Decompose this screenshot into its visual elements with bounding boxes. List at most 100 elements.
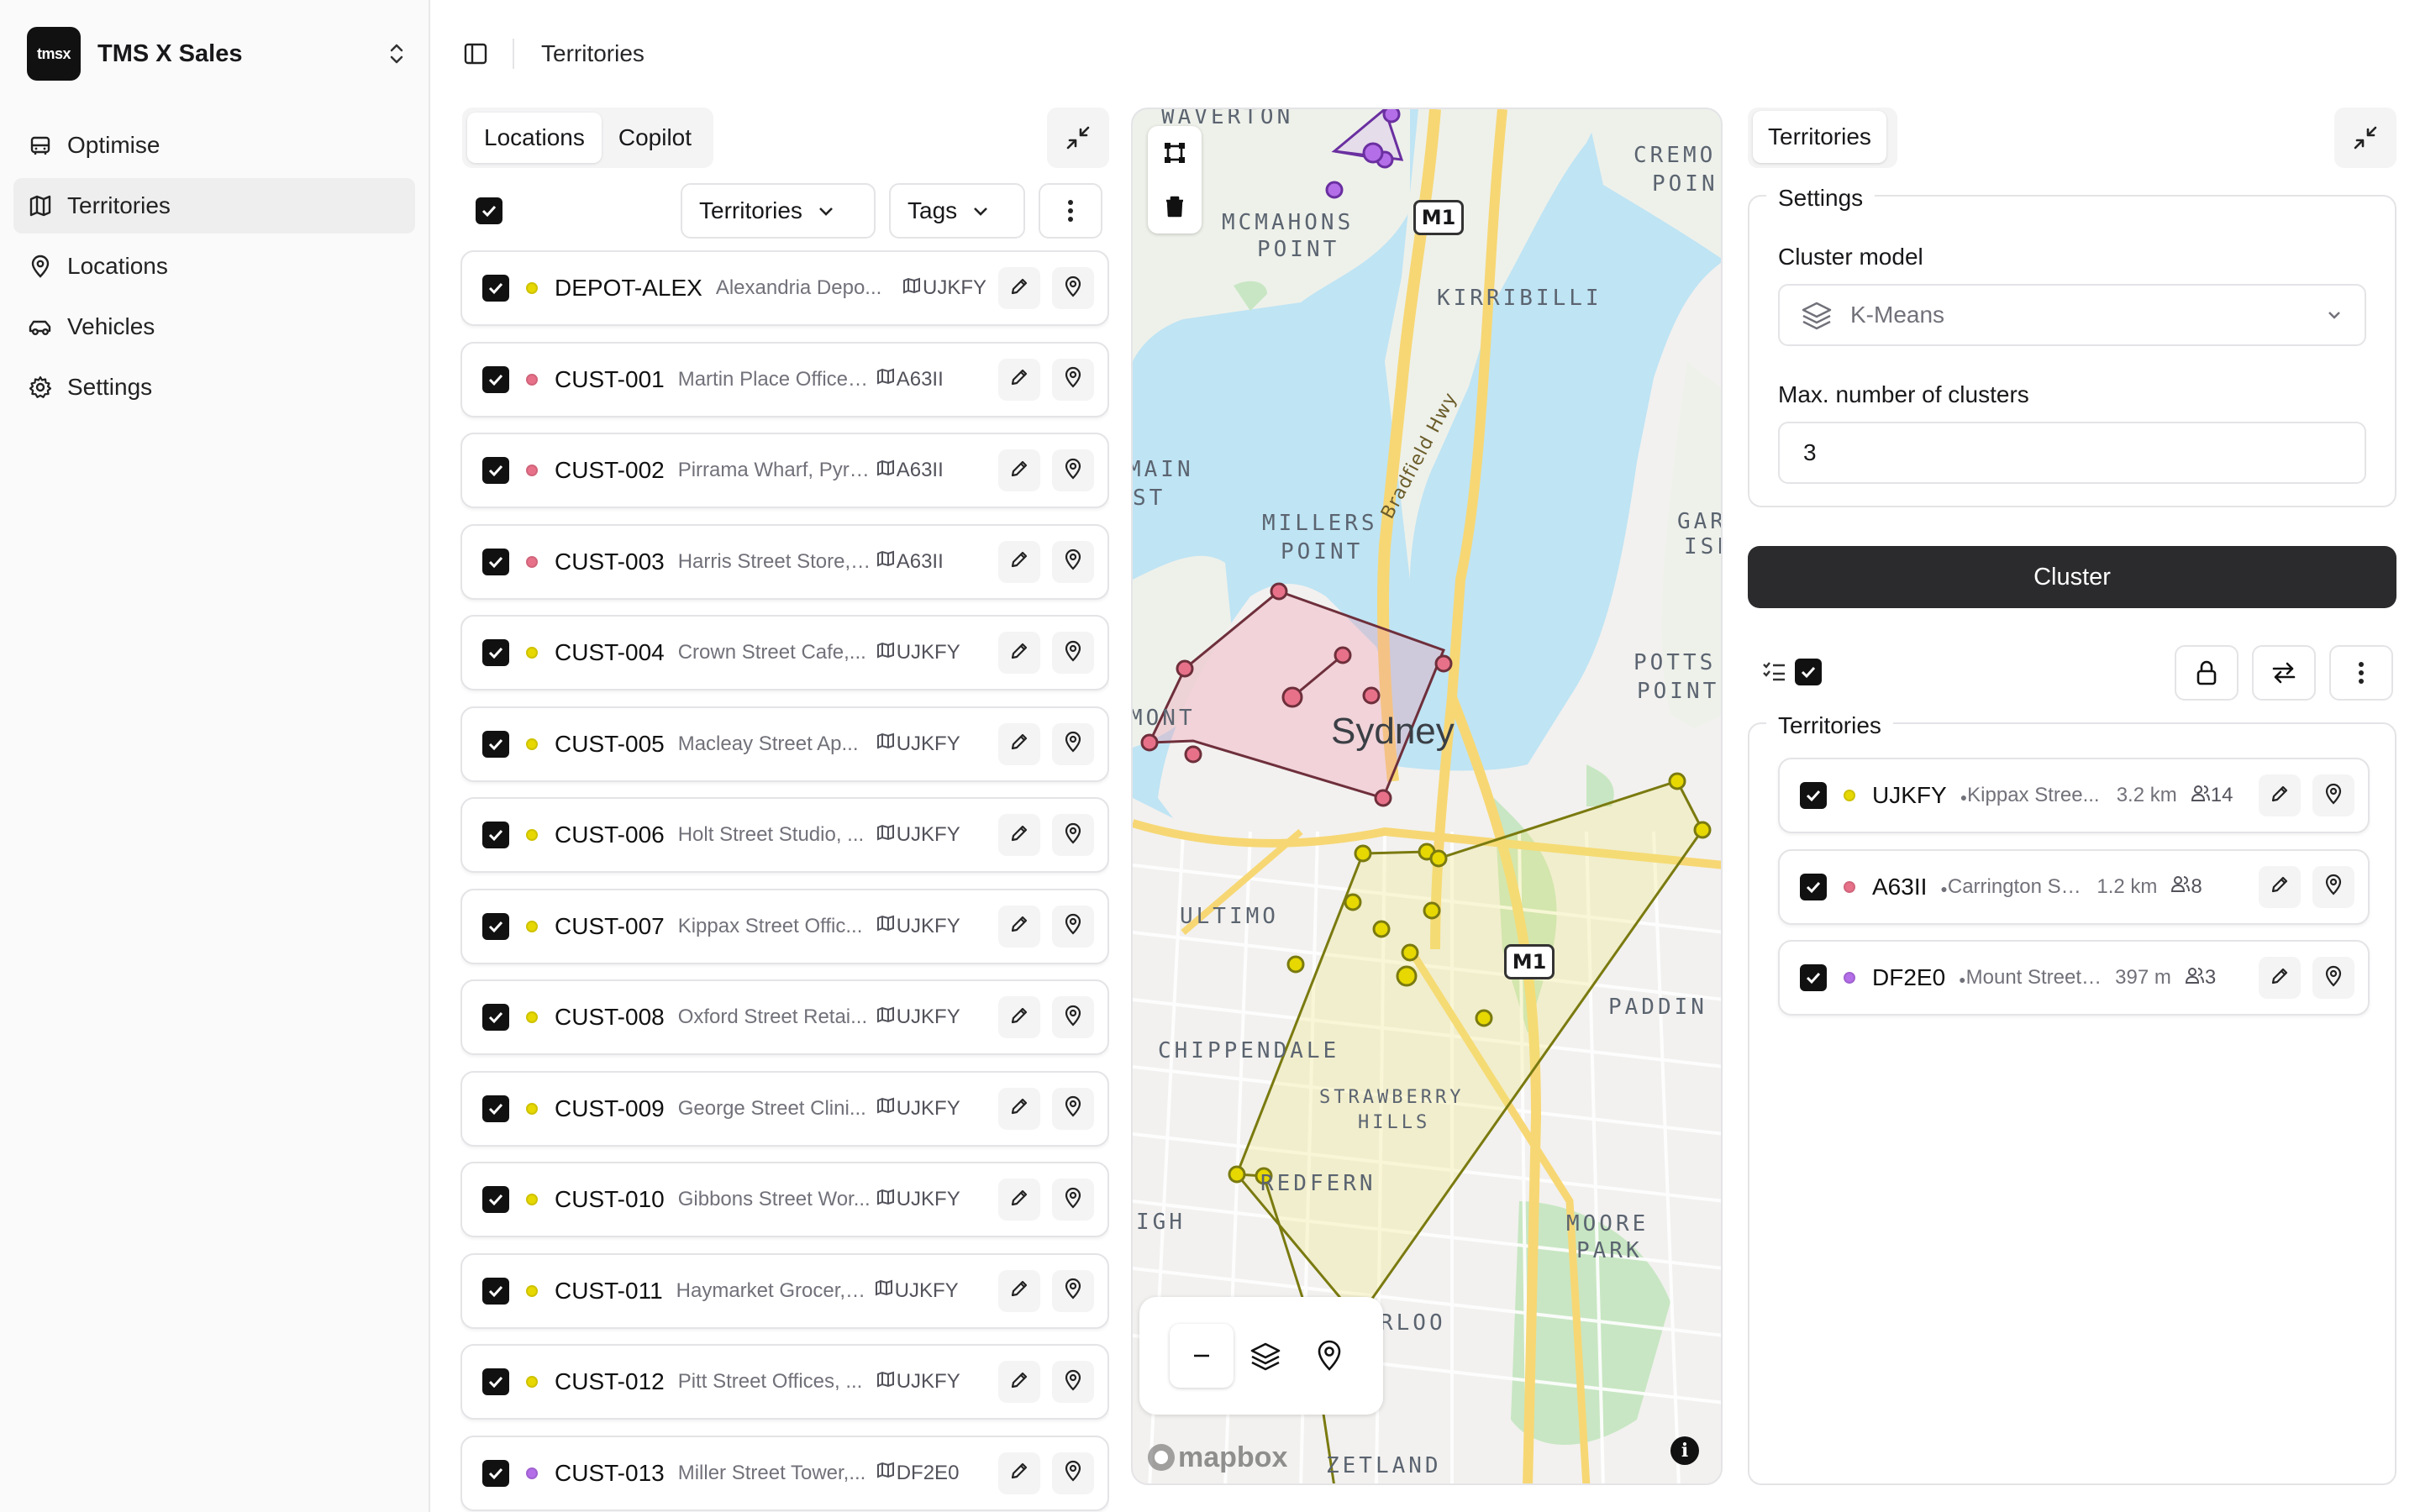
cluster-model-select[interactable]: K-Means	[1778, 284, 2366, 346]
edit-button[interactable]	[998, 358, 1040, 401]
more-options-button[interactable]	[1039, 183, 1102, 239]
zoom-out-button[interactable]	[1170, 1324, 1234, 1388]
edit-button[interactable]	[998, 1269, 1040, 1312]
tab-territories[interactable]: Territories	[1753, 111, 1886, 163]
swap-button[interactable]	[2252, 645, 2316, 701]
locate-button[interactable]	[1052, 632, 1094, 674]
map[interactable]: WAVERTON CREMO POIN MCMAHONS POINT KIRRI…	[1131, 108, 1723, 1485]
edit-button[interactable]	[998, 632, 1040, 674]
row-checkbox[interactable]	[482, 730, 509, 758]
map-canvas[interactable]	[1133, 109, 1723, 1485]
locate-button[interactable]	[1052, 1179, 1094, 1221]
location-row[interactable]: CUST-009 George Street Clini... UJKFY	[460, 1070, 1109, 1147]
chevrons-up-down-icon[interactable]	[383, 40, 410, 67]
location-row[interactable]: CUST-005 Macleay Street Ap... UJKFY	[460, 706, 1109, 782]
row-checkbox[interactable]	[482, 1004, 509, 1031]
row-checkbox[interactable]	[482, 639, 509, 666]
edit-button[interactable]	[998, 905, 1040, 948]
edit-button[interactable]	[998, 1179, 1040, 1221]
mapbox-logo[interactable]: mapbox	[1144, 1441, 1287, 1474]
edit-button[interactable]	[2259, 774, 2301, 816]
edit-button[interactable]	[998, 814, 1040, 856]
locate-button[interactable]	[1052, 905, 1094, 948]
territory-row[interactable]: UJKFY ●Kippax Stree... 3.2 km 14	[1778, 758, 2370, 833]
row-checkbox[interactable]	[482, 1368, 509, 1395]
edit-button[interactable]	[998, 540, 1040, 583]
sidebar-item-locations[interactable]: Locations	[13, 239, 415, 294]
lock-button[interactable]	[2175, 645, 2238, 701]
locate-button[interactable]	[1052, 996, 1094, 1038]
row-checkbox[interactable]	[482, 548, 509, 575]
row-checkbox[interactable]	[482, 912, 509, 940]
locate-button[interactable]	[2312, 957, 2354, 999]
locate-button[interactable]	[2312, 774, 2354, 816]
location-row[interactable]: CUST-003 Harris Street Store, ... A63II	[460, 523, 1109, 600]
trash-icon[interactable]	[1148, 180, 1202, 234]
territories-filter-dropdown[interactable]: Territories	[681, 183, 876, 239]
row-checkbox[interactable]	[482, 275, 509, 302]
select-all-territories-checkbox[interactable]	[1795, 659, 1822, 685]
row-checkbox[interactable]	[482, 1459, 509, 1487]
locate-button[interactable]	[1052, 449, 1094, 491]
collapse-panel-button[interactable]	[1047, 108, 1109, 168]
row-checkbox[interactable]	[1800, 964, 1827, 991]
row-checkbox[interactable]	[482, 457, 509, 484]
row-checkbox[interactable]	[1800, 873, 1827, 900]
row-checkbox[interactable]	[482, 822, 509, 848]
sidebar-item-settings[interactable]: Settings	[13, 360, 415, 415]
sidebar-item-optimise[interactable]: Optimise	[13, 118, 415, 173]
location-row[interactable]: CUST-004 Crown Street Cafe,... UJKFY	[460, 615, 1109, 690]
org-switcher[interactable]: tmsx TMS X Sales	[27, 25, 410, 82]
locate-button[interactable]	[1052, 358, 1094, 401]
locate-button[interactable]	[1052, 1361, 1094, 1403]
location-row[interactable]: CUST-008 Oxford Street Retai... UJKFY	[460, 979, 1109, 1055]
location-row[interactable]: CUST-007 Kippax Street Offic... UJKFY	[460, 888, 1109, 964]
locate-button[interactable]	[1297, 1324, 1361, 1388]
tags-filter-dropdown[interactable]: Tags	[889, 183, 1025, 239]
locate-button[interactable]	[1052, 814, 1094, 856]
sidebar-item-territories[interactable]: Territories	[13, 178, 415, 234]
edit-button[interactable]	[998, 1087, 1040, 1130]
locate-button[interactable]	[1052, 1452, 1094, 1494]
edit-button[interactable]	[998, 996, 1040, 1038]
edit-button[interactable]	[2259, 865, 2301, 908]
location-row[interactable]: DEPOT-ALEX Alexandria Depo... UJKFY	[460, 250, 1109, 326]
location-row[interactable]: CUST-006 Holt Street Studio, ... UJKFY	[460, 797, 1109, 873]
tab-locations[interactable]: Locations	[467, 113, 602, 163]
locate-button[interactable]	[1052, 1087, 1094, 1130]
location-row[interactable]: CUST-013 Miller Street Tower,... DF2E0	[460, 1435, 1109, 1511]
more-options-button[interactable]	[2329, 645, 2393, 701]
collapse-panel-button[interactable]	[2334, 108, 2396, 168]
edit-button[interactable]	[2259, 957, 2301, 999]
sidebar-item-vehicles[interactable]: Vehicles	[13, 299, 415, 354]
edit-button[interactable]	[998, 449, 1040, 491]
row-checkbox[interactable]	[482, 365, 509, 393]
row-checkbox[interactable]	[1800, 782, 1827, 809]
locate-button[interactable]	[1052, 267, 1094, 309]
edit-button[interactable]	[998, 1452, 1040, 1494]
polygon-draw-icon[interactable]	[1148, 126, 1202, 180]
tab-copilot[interactable]: Copilot	[602, 113, 708, 163]
sidebar-toggle-icon[interactable]	[459, 37, 492, 71]
edit-button[interactable]	[998, 267, 1040, 309]
locate-button[interactable]	[1052, 1269, 1094, 1312]
info-icon[interactable]: i	[1670, 1436, 1699, 1465]
row-checkbox[interactable]	[482, 1186, 509, 1213]
locate-button[interactable]	[1052, 722, 1094, 765]
edit-button[interactable]	[998, 722, 1040, 765]
location-row[interactable]: CUST-001 Martin Place Office, ... A63II	[460, 341, 1109, 417]
select-all-checkbox[interactable]	[476, 197, 502, 224]
layers-button[interactable]	[1234, 1324, 1297, 1388]
edit-button[interactable]	[998, 1361, 1040, 1403]
territory-row[interactable]: A63II ●Carrington Stre... 1.2 km 8	[1778, 848, 2370, 925]
location-row[interactable]: CUST-011 Haymarket Grocer, H... UJKFY	[460, 1252, 1109, 1329]
locate-button[interactable]	[2312, 865, 2354, 908]
location-row[interactable]: CUST-012 Pitt Street Offices, ... UJKFY	[460, 1344, 1109, 1420]
location-row[interactable]: CUST-002 Pirrama Wharf, Pyrm... A63II	[460, 433, 1109, 508]
cluster-button[interactable]: Cluster	[1748, 546, 2396, 608]
locate-button[interactable]	[1052, 540, 1094, 583]
row-checkbox[interactable]	[482, 1095, 509, 1122]
row-checkbox[interactable]	[482, 1277, 509, 1305]
territory-row[interactable]: DF2E0 ●Mount Street ... 397 m 3	[1778, 940, 2370, 1016]
max-clusters-input[interactable]: 3	[1778, 422, 2366, 484]
